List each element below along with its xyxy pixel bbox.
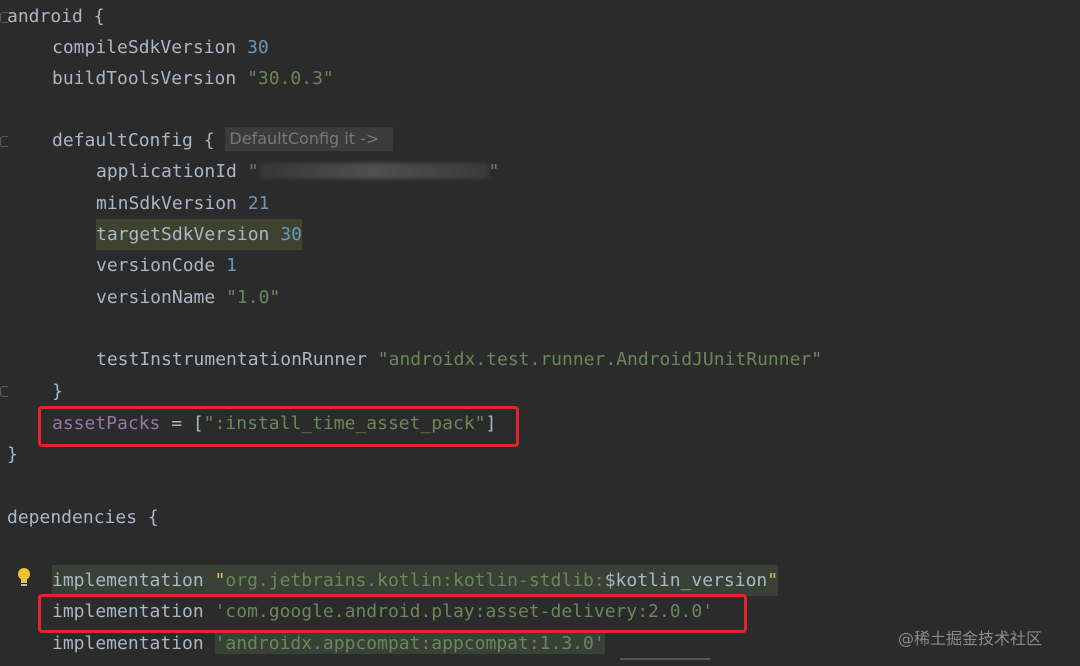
highlight-box-assetpacks (38, 406, 519, 447)
string-quote: " (767, 570, 779, 591)
fold-marker[interactable] (0, 386, 8, 397)
code-line-3: buildToolsVersion "30.0.3" (52, 63, 334, 94)
inlay-hint: DefaultConfig it -> (225, 127, 394, 151)
string-quote: " (247, 161, 259, 182)
android-block-close: } (7, 444, 18, 465)
code-line-7: targetSdkVersion 30 (96, 219, 302, 250)
string-value: "1.0" (226, 287, 281, 308)
code-line-8: versionCode 1 (96, 250, 237, 281)
number-value: 21 (247, 193, 270, 214)
keyword: applicationId (96, 161, 237, 182)
code-line-1: android { (7, 1, 105, 32)
android-block-open: android { (7, 6, 105, 27)
code-line-4: defaultConfig { DefaultConfig it -> (52, 125, 394, 156)
redacted-value (258, 163, 489, 179)
fold-marker[interactable] (0, 136, 8, 147)
keyword: testInstrumentationRunner (96, 349, 367, 370)
code-line-15: implementation "org.jetbrains.kotlin:kot… (52, 565, 779, 596)
keyword: implementation (52, 570, 204, 591)
number-value: 30 (280, 224, 302, 245)
keyword: defaultConfig { (52, 130, 215, 151)
code-line-5: applicationId " " (96, 156, 499, 187)
number-value: 30 (247, 37, 269, 58)
keyword: implementation (52, 633, 204, 654)
keyword: compileSdkVersion (52, 37, 237, 58)
code-line-17: implementation 'androidx.appcompat:appco… (52, 628, 605, 659)
block-close: } (52, 381, 63, 402)
code-line-14: dependencies { (7, 502, 159, 533)
keyword: versionCode (96, 255, 216, 276)
variable-reference: $kotlin_version (604, 570, 768, 591)
watermark: @稀土掘金技术社区 (898, 629, 1043, 648)
string-quote: " (214, 570, 226, 591)
keyword: minSdkVersion (96, 193, 237, 214)
dependencies-block-open: dependencies { (7, 507, 159, 528)
keyword: buildToolsVersion (52, 68, 237, 89)
keyword: targetSdkVersion (96, 224, 270, 245)
string-value: "androidx.test.runner.AndroidJUnitRunner… (377, 349, 823, 370)
code-line-9: versionName "1.0" (96, 282, 280, 313)
string-value: 'androidx.appcompat:appcompat:1.3.0' (214, 633, 605, 654)
string-quote: " (488, 161, 500, 182)
code-line-6: minSdkVersion 21 (96, 188, 269, 219)
code-line-10: testInstrumentationRunner "androidx.test… (96, 344, 822, 375)
string-value: "30.0.3" (247, 68, 334, 89)
lightbulb-icon[interactable] (16, 567, 32, 589)
code-line-13: } (7, 439, 18, 470)
divider (620, 658, 710, 660)
code-line-2: compileSdkVersion 30 (52, 32, 269, 63)
string-value: org.jetbrains.kotlin:kotlin-stdlib: (225, 570, 605, 591)
code-line-11: } (52, 376, 63, 407)
number-value: 1 (226, 255, 237, 276)
keyword: versionName (96, 287, 216, 308)
code-editor[interactable]: android { compileSdkVersion 30 buildTool… (0, 0, 1080, 666)
